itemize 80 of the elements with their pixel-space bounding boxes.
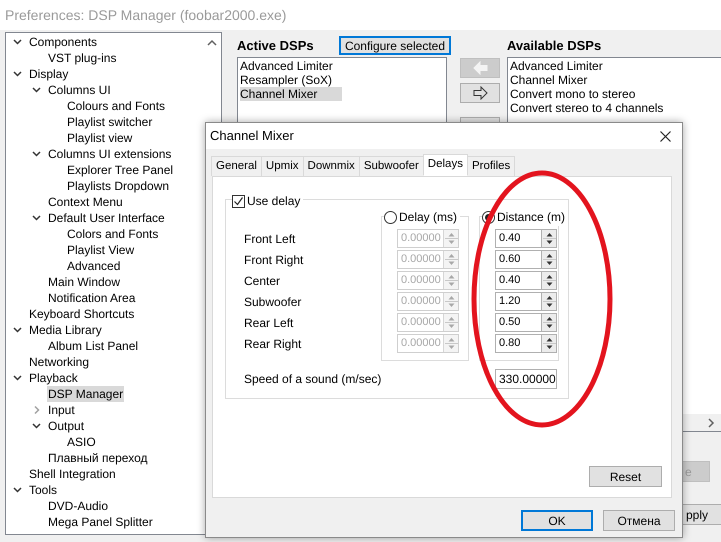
field-label: Subwoofer (244, 294, 302, 311)
list-heading: Active DSPs (237, 36, 314, 55)
tree-item[interactable]: Media Library (28, 322, 103, 338)
list-item[interactable]: Convert mono to stereo (510, 87, 721, 101)
move-button[interactable] (460, 83, 500, 103)
tree-item[interactable]: Плавный переход (47, 450, 148, 466)
arrow-icon (472, 61, 488, 75)
tree-item[interactable]: ASIO (66, 434, 97, 450)
tree-item[interactable]: Tools (28, 482, 58, 498)
spin-arrows-icon[interactable] (541, 293, 556, 310)
tree-item[interactable]: Explorer Tree Panel (66, 162, 174, 178)
spin-arrows-icon[interactable] (541, 230, 556, 247)
radio-button[interactable] (384, 210, 397, 224)
tree-item[interactable]: Input (47, 402, 76, 418)
number-field[interactable]: 0.80 (495, 334, 557, 353)
tree-item[interactable]: Playlist switcher (66, 114, 154, 130)
number-field[interactable]: 0.50 (495, 313, 557, 332)
field-label: Rear Left (244, 315, 294, 332)
scroll-right-icon[interactable] (708, 418, 715, 428)
reset-button[interactable]: Reset (589, 466, 662, 487)
field-label: Rear Right (244, 336, 302, 353)
field-label: Center (244, 273, 282, 290)
tree-item[interactable]: Shell Integration (28, 466, 117, 482)
list-item[interactable]: Resampler (SoX) (240, 73, 358, 87)
tree-item[interactable]: Display (28, 66, 70, 82)
tree-item[interactable]: Notification Area (47, 290, 136, 306)
tree-item[interactable]: Context Menu (47, 194, 124, 210)
radio-label: Delay (ms) (399, 209, 458, 226)
tree-item[interactable]: Output (47, 418, 86, 434)
checkbox[interactable] (232, 194, 245, 208)
number-field[interactable]: 0.40 (495, 271, 557, 290)
list-item[interactable]: Convert stereo to 4 channels (510, 101, 721, 115)
spin-arrows-icon[interactable] (541, 272, 556, 289)
tree-item[interactable]: Playlists Dropdown (66, 178, 170, 194)
spin-arrows-icon[interactable] (541, 251, 556, 268)
arrow-icon (472, 86, 488, 100)
dialog-title: Channel Mixer (210, 127, 294, 146)
list-item[interactable]: Channel Mixer (510, 73, 721, 87)
list-heading: Available DSPs (507, 36, 602, 55)
number-field[interactable]: 0.60 (495, 250, 557, 269)
dialog-button[interactable]: Отмена (603, 510, 675, 531)
tree-item[interactable]: DVD-Audio (47, 498, 110, 514)
tree-item[interactable]: Default User Interface (47, 210, 166, 226)
tree-item[interactable]: DSP Manager (47, 386, 124, 402)
tree-item[interactable]: Playlist view (66, 130, 134, 146)
tree-item[interactable]: VST plug-ins (47, 50, 118, 66)
number-field[interactable]: 0.40 (495, 229, 557, 248)
checkbox-label: Use delay (247, 193, 300, 210)
tab[interactable]: Delays (422, 154, 468, 176)
tree-item[interactable]: Colors and Fonts (66, 226, 160, 242)
list-item[interactable]: Advanced Limiter (240, 59, 358, 73)
list-item[interactable]: Channel Mixer (240, 87, 342, 101)
tab[interactable]: General (211, 156, 262, 176)
tree-item[interactable]: Components (28, 34, 98, 50)
list-item[interactable]: Advanced Limiter (510, 59, 721, 73)
tree-item[interactable]: Advanced (66, 258, 122, 274)
close-icon[interactable] (660, 130, 671, 142)
tree-item[interactable]: Playlist View (66, 242, 136, 258)
tree-item[interactable]: Main Window (47, 274, 122, 290)
tree-item[interactable]: Columns UI (47, 82, 112, 98)
number-field[interactable]: 330.00000 (495, 369, 557, 389)
tab[interactable]: Profiles (466, 156, 516, 176)
tree-item[interactable]: Mega Panel Splitter (47, 514, 154, 530)
configure-button[interactable]: Configure selected (338, 36, 451, 55)
spin-arrows-icon[interactable] (541, 314, 556, 331)
scroll-up-icon[interactable] (207, 39, 217, 46)
field-label: Speed of a sound (m/sec) (244, 371, 382, 388)
tree-item[interactable]: Album List Panel (47, 338, 140, 354)
radio-label: Distance (m) (497, 209, 566, 226)
tree-item[interactable]: Colours and Fonts (66, 98, 166, 114)
field-label: Front Right (244, 252, 304, 269)
tree-item[interactable]: Networking (28, 354, 90, 370)
number-field[interactable]: 1.20 (495, 292, 557, 311)
tree-item[interactable]: Playback (28, 370, 79, 386)
field-label: Front Left (244, 231, 296, 248)
dialog-button[interactable]: OK (521, 510, 593, 531)
tree-item[interactable]: Keyboard Shortcuts (28, 306, 136, 322)
spin-arrows-icon[interactable] (541, 335, 556, 352)
window-title: Preferences: DSP Manager (foobar2000.exe) (5, 6, 286, 25)
tree-item[interactable]: Columns UI extensions (47, 146, 172, 162)
